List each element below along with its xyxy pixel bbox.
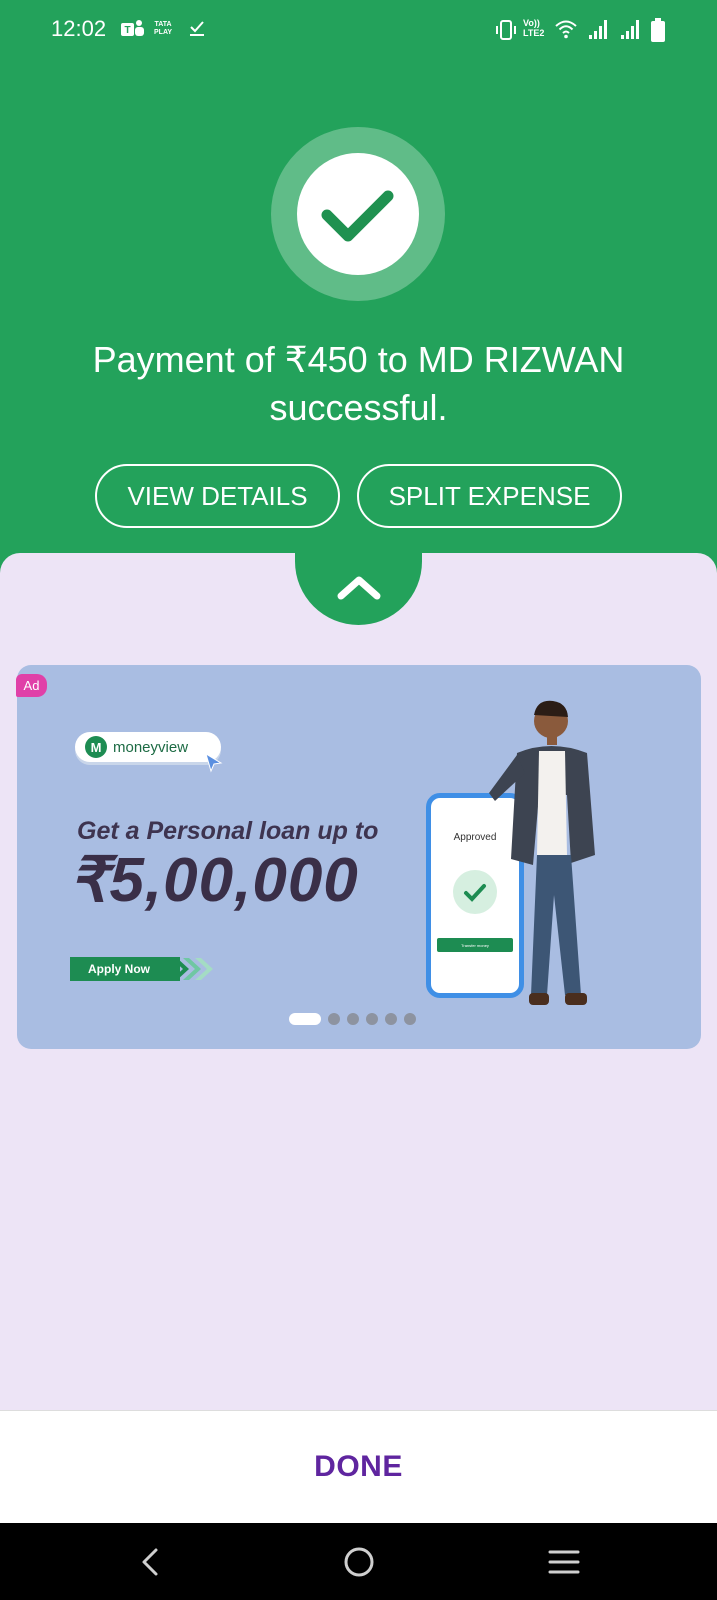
- carousel-dot[interactable]: [328, 1013, 340, 1025]
- view-details-button[interactable]: VIEW DETAILS: [95, 464, 340, 528]
- person-illustration: [489, 700, 595, 1005]
- signal-icon: [589, 20, 607, 39]
- ad-amount: ₹5,00,000: [69, 846, 359, 915]
- system-nav-bar: [0, 1523, 717, 1600]
- signal-icon: [621, 20, 639, 39]
- carousel-dot[interactable]: [347, 1013, 359, 1025]
- carousel-dot[interactable]: [385, 1013, 397, 1025]
- carousel-dot[interactable]: [289, 1013, 321, 1025]
- carousel-dot[interactable]: [366, 1013, 378, 1025]
- battery-icon: [651, 18, 665, 42]
- chevron-up-icon: [337, 576, 380, 599]
- ad-headline: Get a Personal loan up to: [77, 817, 379, 845]
- moneyview-logo: M moneyview: [75, 732, 221, 762]
- menu-icon[interactable]: [546, 1544, 582, 1580]
- success-circle: [297, 153, 419, 275]
- moneyview-brand: moneyview: [113, 738, 189, 756]
- payment-message: Payment of ₹450 to MD RIZWAN successful.: [92, 339, 625, 428]
- ad-banner[interactable]: M moneyview Get a Personal loan up to ₹5…: [17, 665, 701, 1049]
- svg-text:T: T: [124, 25, 130, 36]
- teams-icon: T: [121, 20, 144, 36]
- wifi-icon: [555, 20, 577, 39]
- status-time: 12:02: [51, 16, 107, 41]
- home-icon[interactable]: [341, 1544, 377, 1580]
- status-bar: 12:02 T TATA PLAY Vo)) LTE2: [0, 0, 717, 60]
- apply-now-button[interactable]: Apply Now: [70, 957, 180, 981]
- moneyview-mark: M: [85, 736, 107, 758]
- volte-icon: Vo)) LTE2: [523, 18, 545, 38]
- done-button[interactable]: DONE: [314, 1450, 403, 1484]
- split-expense-button[interactable]: SPLIT EXPENSE: [357, 464, 622, 528]
- double-chevron-right-icon: [171, 958, 213, 980]
- carousel-indicator: [289, 1013, 416, 1025]
- vibrate-icon: [496, 20, 516, 40]
- check-notif-icon: [190, 21, 204, 36]
- check-icon: [321, 190, 394, 242]
- back-icon[interactable]: [134, 1544, 170, 1580]
- ad-badge: Ad: [16, 674, 47, 697]
- carousel-dot[interactable]: [404, 1013, 416, 1025]
- cursor-icon: [205, 753, 223, 773]
- done-bar: DONE: [0, 1410, 717, 1523]
- tataplay-icon: TATA PLAY: [154, 21, 173, 36]
